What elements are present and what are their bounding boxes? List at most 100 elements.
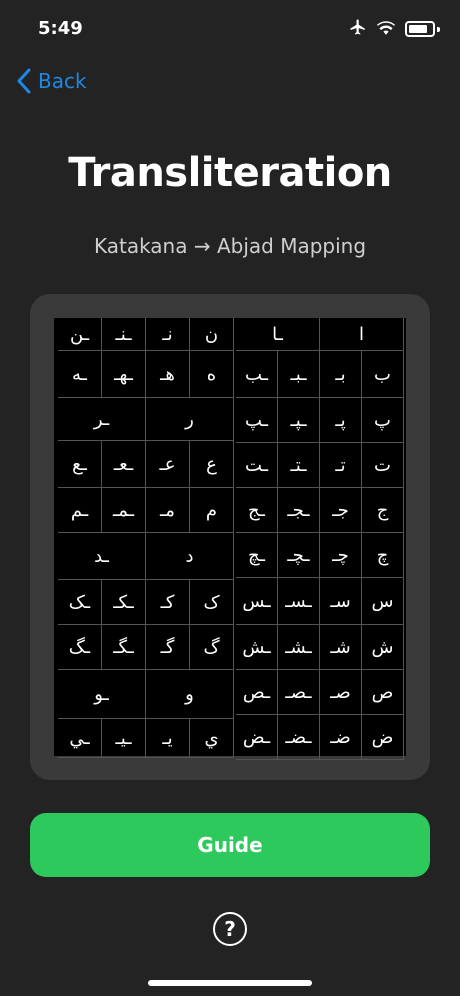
right-row: ـض ـضـ ضـ ض [236, 715, 404, 760]
left-glyph-cell: ـک [58, 580, 102, 624]
left-glyph-cell: ر [146, 398, 234, 440]
right-glyph-cell: ا [320, 318, 404, 350]
back-label: Back [38, 69, 87, 93]
wifi-icon [377, 20, 395, 39]
right-glyph-cell: ـچ [236, 533, 278, 577]
left-glyph-cell: ـن [58, 318, 102, 350]
right-glyph-cell: ـب [236, 351, 278, 397]
right-glyph-cell: ـت [236, 443, 278, 487]
right-glyph-cell: ـشـ [278, 625, 320, 669]
right-glyph-cell: پ [362, 398, 404, 442]
right-glyph-cell: ـبـ [278, 351, 320, 397]
right-mapping-table: ـا ا ـب ـبـ بـ ب ـپ ـپـ پـ پ ـت ـتـ تـ ت ـج ـجـ جـ ج ـچ ـچـ… [236, 318, 404, 760]
right-glyph-cell: ج [362, 488, 404, 532]
left-glyph-cell: کـ [146, 580, 190, 624]
left-glyph-cell: و [146, 670, 234, 718]
left-glyph-cell: ـمـ [102, 488, 146, 532]
left-glyph-cell: ي [190, 719, 234, 757]
right-row: ـش ـشـ شـ ش [236, 625, 404, 670]
left-glyph-cell: ـهـ [102, 351, 146, 397]
left-row: ـگ ـگـ گـ گ [58, 625, 234, 670]
right-glyph-cell: ش [362, 625, 404, 669]
left-glyph-cell: ـم [58, 488, 102, 532]
left-glyph-cell: ـعـ [102, 441, 146, 487]
right-glyph-cell: بـ [320, 351, 362, 397]
left-glyph-cell: م [190, 488, 234, 532]
right-glyph-cell: ـپـ [278, 398, 320, 442]
status-time: 5:49 [38, 18, 83, 39]
left-glyph-cell: گـ [146, 625, 190, 669]
chevron-left-icon [10, 62, 38, 100]
left-glyph-cell: ـد [58, 533, 146, 579]
left-glyph-cell: د [146, 533, 234, 579]
right-glyph-cell: صـ [320, 670, 362, 714]
battery-icon [405, 21, 435, 37]
back-button[interactable]: Back [10, 62, 87, 100]
right-glyph-cell: ـتـ [278, 443, 320, 487]
left-glyph-cell: ـع [58, 441, 102, 487]
right-glyph-cell: ـصـ [278, 670, 320, 714]
question-mark-icon: ? [224, 917, 236, 941]
left-row: ـک ـکـ کـ ک [58, 580, 234, 625]
left-glyph-cell: ـنـ [102, 318, 146, 350]
right-glyph-cell: ـا [236, 318, 320, 350]
home-indicator [148, 980, 312, 986]
right-glyph-cell: ـش [236, 625, 278, 669]
right-glyph-cell: ـجـ [278, 488, 320, 532]
right-row: ـب ـبـ بـ ب [236, 351, 404, 398]
right-row: ـس ـسـ سـ س [236, 578, 404, 625]
left-row: ـه ـهـ هـ ه [58, 351, 234, 398]
left-row: ـم ـمـ مـ م [58, 488, 234, 533]
left-row: ـع ـعـ عـ ع [58, 441, 234, 488]
left-glyph-cell: نـ [146, 318, 190, 350]
left-mapping-table: ـن ـنـ نـ ن ـه ـهـ هـ ه ـر ر ـع ـعـ عـ ع ـم ـمـ مـ م ـد د ـک… [58, 318, 234, 758]
page-subtitle: Katakana → Abjad Mapping [93, 234, 367, 258]
help-button[interactable]: ? [213, 912, 247, 946]
right-glyph-cell: ضـ [320, 715, 362, 759]
left-glyph-cell: يـ [146, 719, 190, 757]
right-glyph-cell: ت [362, 443, 404, 487]
left-row: ـن ـنـ نـ ن [58, 318, 234, 351]
left-glyph-cell: ـيـ [102, 719, 146, 757]
right-glyph-cell: س [362, 578, 404, 624]
left-glyph-cell: ـي [58, 719, 102, 757]
right-glyph-cell: ب [362, 351, 404, 397]
right-glyph-cell: ـچـ [278, 533, 320, 577]
right-glyph-cell: سـ [320, 578, 362, 624]
right-glyph-cell: ـس [236, 578, 278, 624]
right-glyph-cell: جـ [320, 488, 362, 532]
left-glyph-cell: ع [190, 441, 234, 487]
left-glyph-cell: ـکـ [102, 580, 146, 624]
left-glyph-cell: ه [190, 351, 234, 397]
right-glyph-cell: شـ [320, 625, 362, 669]
left-glyph-cell: ـر [58, 398, 146, 440]
left-glyph-cell: ن [190, 318, 234, 350]
left-row: ـي ـيـ يـ ي [58, 719, 234, 758]
right-glyph-cell: چ [362, 533, 404, 577]
airplane-icon [349, 18, 367, 40]
left-glyph-cell: ـگ [58, 625, 102, 669]
right-glyph-cell: ـص [236, 670, 278, 714]
left-glyph-cell: مـ [146, 488, 190, 532]
left-glyph-cell: ـگـ [102, 625, 146, 669]
right-row: ـج ـجـ جـ ج [236, 488, 404, 533]
right-glyph-cell: ـسـ [278, 578, 320, 624]
right-glyph-cell: ـضـ [278, 715, 320, 759]
right-row: ـص ـصـ صـ ص [236, 670, 404, 715]
status-bar: 5:49 [0, 0, 460, 56]
left-glyph-cell: عـ [146, 441, 190, 487]
right-row: ـچ ـچـ چـ چ [236, 533, 404, 578]
right-glyph-cell: ـج [236, 488, 278, 532]
left-glyph-cell: ک [190, 580, 234, 624]
left-glyph-cell: ـه [58, 351, 102, 397]
left-glyph-cell: گ [190, 625, 234, 669]
left-row: ـر ر [58, 398, 234, 441]
right-row: ـپ ـپـ پـ پ [236, 398, 404, 443]
left-row: ـد د [58, 533, 234, 580]
right-glyph-cell: پـ [320, 398, 362, 442]
left-glyph-cell: هـ [146, 351, 190, 397]
right-glyph-cell: ض [362, 715, 404, 759]
right-glyph-cell: ص [362, 670, 404, 714]
right-row: ـا ا [236, 318, 404, 351]
guide-button[interactable]: Guide [30, 813, 430, 877]
